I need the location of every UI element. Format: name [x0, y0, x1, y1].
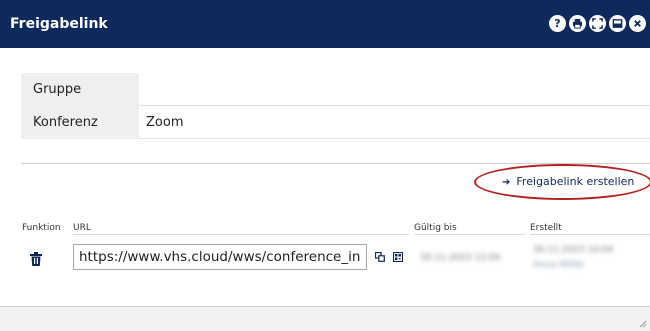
- conference-info-table: Gruppe Konferenz Zoom: [21, 73, 650, 139]
- print-icon[interactable]: [569, 15, 586, 32]
- copy-icon[interactable]: [375, 252, 385, 262]
- fullscreen-icon[interactable]: [589, 15, 606, 32]
- window-titlebar: Freigabelink ?: [0, 0, 650, 48]
- column-header-url: URL: [73, 223, 91, 233]
- qr-code-icon[interactable]: [393, 252, 403, 262]
- help-icon[interactable]: ?: [549, 15, 566, 32]
- section-divider: [21, 163, 650, 164]
- column-header-underline: [530, 234, 650, 235]
- created-date-value: 30.11.2023 10:04: [533, 245, 614, 255]
- share-link-url-field[interactable]: [73, 244, 367, 270]
- close-icon[interactable]: [629, 15, 646, 32]
- minimize-icon[interactable]: [609, 15, 626, 32]
- column-header-function: Funktion: [22, 223, 61, 233]
- window-controls: ?: [549, 15, 646, 32]
- column-header-created: Erstellt: [530, 223, 562, 233]
- valid-until-value: 30.11.2023 12:04: [420, 253, 501, 263]
- column-header-underline: [73, 234, 409, 235]
- info-value-group: [139, 73, 650, 106]
- created-by-value: Anna Wilde: [533, 260, 584, 270]
- info-row-group: Gruppe: [21, 73, 650, 106]
- arrow-right-icon: ➔: [502, 177, 511, 188]
- window-footer: [0, 307, 650, 331]
- trash-icon[interactable]: [30, 252, 42, 266]
- info-label-group: Gruppe: [21, 73, 139, 106]
- info-row-conference: Konferenz Zoom: [21, 106, 650, 139]
- column-header-valid-until: Gültig bis: [414, 223, 457, 233]
- resize-grip-icon[interactable]: [637, 318, 647, 328]
- info-value-conference: Zoom: [139, 106, 650, 139]
- column-header-underline: [414, 234, 525, 235]
- window-title: Freigabelink: [10, 16, 108, 32]
- create-share-link-button[interactable]: ➔ Freigabelink erstellen: [502, 175, 634, 190]
- create-share-link-label: Freigabelink erstellen: [516, 175, 635, 188]
- info-label-conference: Konferenz: [21, 106, 139, 139]
